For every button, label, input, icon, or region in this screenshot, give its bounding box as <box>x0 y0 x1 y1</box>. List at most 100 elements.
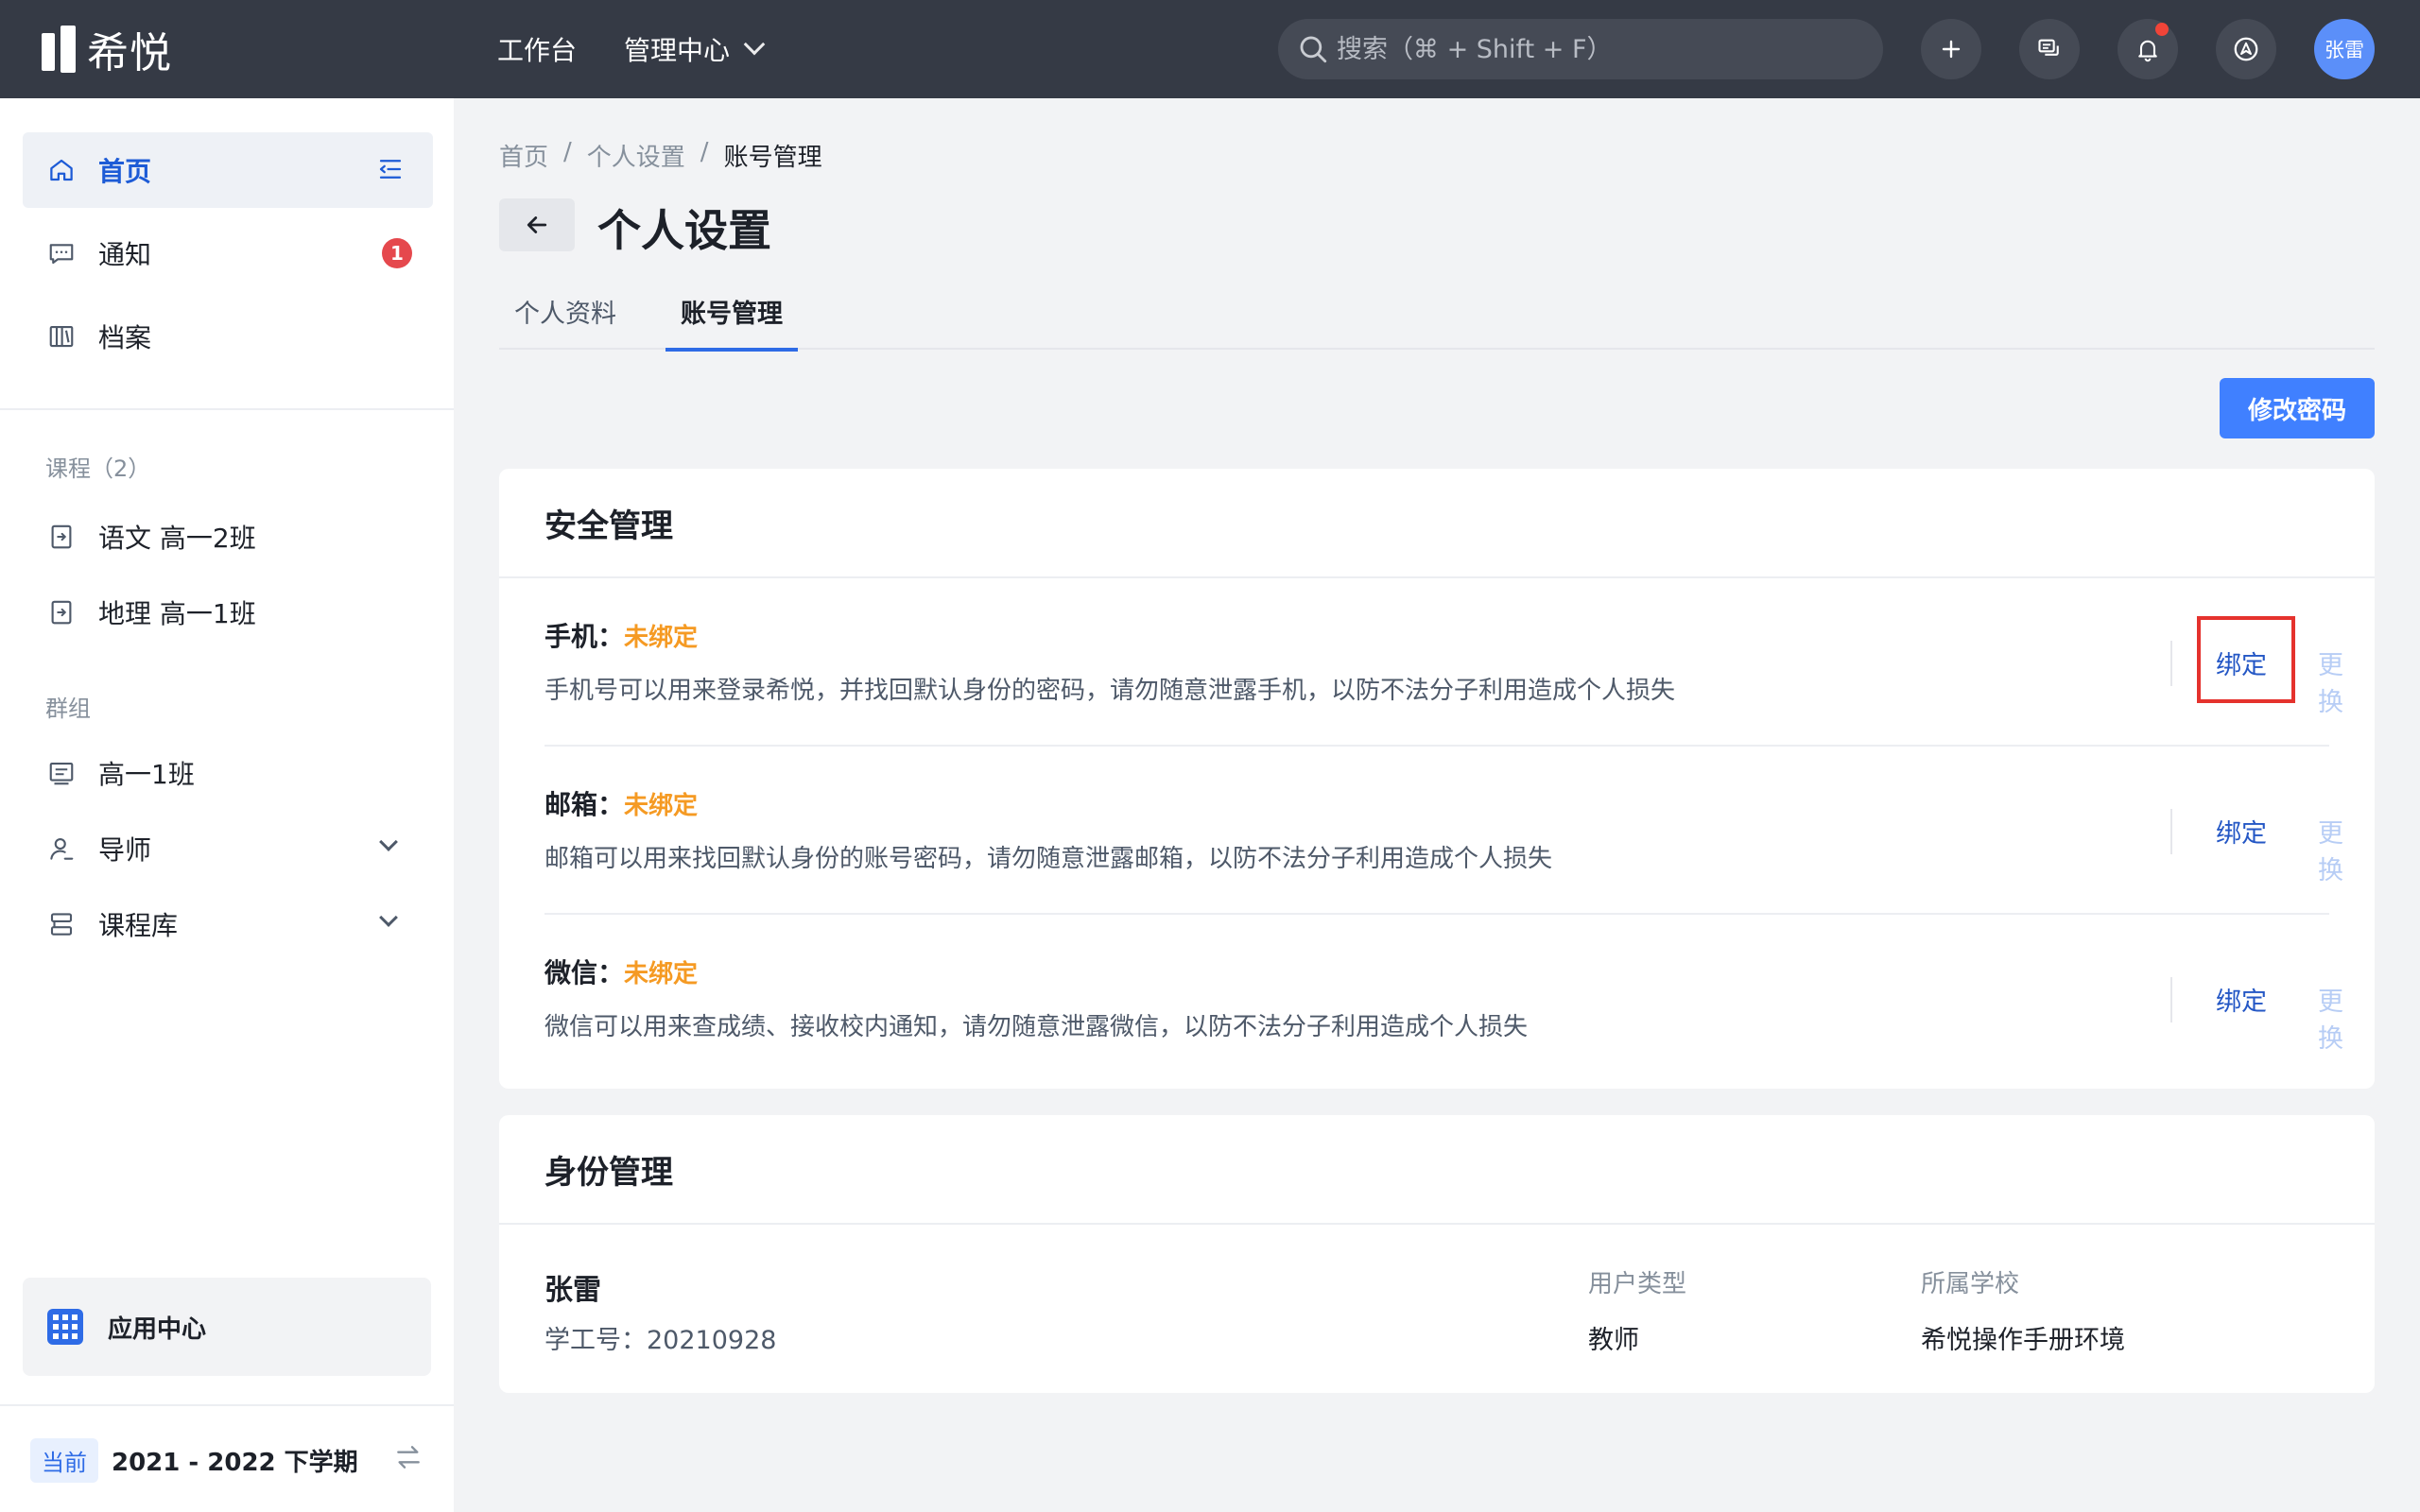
collapse-menu-icon[interactable] <box>376 155 405 190</box>
change-wechat-button[interactable]: 更换 <box>2318 981 2343 1055</box>
notice-count-badge: 1 <box>382 238 412 268</box>
book-icon <box>45 521 78 553</box>
archive-icon <box>45 320 78 352</box>
chat-icon <box>2038 39 2059 56</box>
school-value: 希悦操作手册环境 <box>1921 1326 2125 1355</box>
status-badge: 未绑定 <box>624 960 699 988</box>
sidebar-item-archive[interactable]: 档案 <box>23 299 433 374</box>
sidebar-item-course-library[interactable]: 课程库 <box>23 886 433 962</box>
row-description: 手机号可以用来登录希悦，并找回默认身份的密码，请勿随意泄露手机，以防不法分子利用… <box>544 677 1676 705</box>
row-label: 手机： <box>544 621 625 652</box>
sidebar-item-label: 首页 <box>98 156 152 187</box>
row-label: 邮箱： <box>544 789 625 820</box>
current-term: 当前 2021 - 2022 下学期 <box>30 1438 358 1483</box>
identity-card: 身份管理 张雷 学工号：20210928 用户类型 教师 所属学校 希悦操作手册… <box>499 1115 2375 1393</box>
status-badge: 未绑定 <box>624 792 699 820</box>
logo-mark-icon <box>42 26 79 73</box>
sidebar-divider <box>0 1404 454 1406</box>
message-icon <box>45 237 78 269</box>
school-label: 所属学校 <box>1921 1270 2020 1298</box>
breadcrumb-separator: / <box>563 138 572 166</box>
action-divider <box>2170 809 2172 854</box>
identity-row: 张雷 学工号：20210928 用户类型 教师 所属学校 希悦操作手册环境 <box>499 1225 2375 1393</box>
identity-name: 张雷 <box>544 1274 601 1307</box>
app-center-button[interactable]: 应用中心 <box>23 1278 431 1376</box>
back-button[interactable] <box>499 198 575 251</box>
search-box[interactable] <box>1278 19 1883 79</box>
groups-section-label: 群组 <box>45 696 91 722</box>
user-icon <box>45 833 78 865</box>
avatar-text: 张雷 <box>2325 39 2364 61</box>
sidebar-item-home[interactable]: 首页 <box>23 132 433 208</box>
current-term-text: 2021 - 2022 下学期 <box>112 1449 358 1477</box>
search-input[interactable] <box>1337 34 1866 64</box>
row-description: 微信可以用来查成绩、接收校内通知，请勿随意泄露微信，以防不法分子利用造成个人损失 <box>544 1013 1529 1041</box>
navigation-button[interactable] <box>2216 19 2276 79</box>
sidebar-item-label: 语文 高一2班 <box>98 523 256 554</box>
switch-term-icon[interactable] <box>393 1442 424 1476</box>
nav-admin-center-label: 管理中心 <box>624 35 731 66</box>
avatar[interactable]: 张雷 <box>2314 19 2375 79</box>
row-title: 手机：未绑定 <box>544 616 698 654</box>
courses-section-label: 课程（2） <box>45 455 151 482</box>
change-phone-button[interactable]: 更换 <box>2318 644 2343 718</box>
sidebar-item-tutor[interactable]: 导师 <box>23 811 433 886</box>
tab-bar: 个人资料 账号管理 <box>499 284 2375 352</box>
breadcrumb: 首页 / 个人设置 / 账号管理 <box>499 138 822 173</box>
tab-account[interactable]: 账号管理 <box>666 284 798 352</box>
home-icon <box>45 154 78 186</box>
compass-icon <box>2234 37 2258 61</box>
row-label: 微信： <box>544 957 625 988</box>
page-title: 个人设置 <box>597 205 771 256</box>
sidebar-item-course-geography[interactable]: 地理 高一1班 <box>23 575 433 650</box>
app-center-label: 应用中心 <box>108 1314 207 1344</box>
app-grid-icon <box>47 1309 83 1345</box>
plus-icon <box>1942 40 1961 59</box>
change-password-button[interactable]: 修改密码 <box>2220 378 2375 438</box>
notifications-button[interactable] <box>2118 19 2178 79</box>
nav-workbench[interactable]: 工作台 <box>497 30 577 68</box>
messages-button[interactable] <box>2019 19 2080 79</box>
change-email-button[interactable]: 更换 <box>2318 813 2343 886</box>
sidebar-item-label: 地理 高一1班 <box>98 598 256 629</box>
bind-email-button[interactable]: 绑定 <box>2216 813 2267 850</box>
row-title: 微信：未绑定 <box>544 953 698 990</box>
row-description: 邮箱可以用来找回默认身份的账号密码，请勿随意泄露邮箱，以防不法分子利用造成个人损… <box>544 845 1553 873</box>
breadcrumb-separator: / <box>700 138 709 166</box>
unread-dot <box>2155 23 2169 36</box>
user-type-label: 用户类型 <box>1588 1270 1687 1298</box>
sidebar-item-course-chinese[interactable]: 语文 高一2班 <box>23 499 433 575</box>
action-divider <box>2170 977 2172 1022</box>
sidebar-item-label: 通知 <box>98 239 152 270</box>
bind-wechat-button[interactable]: 绑定 <box>2216 981 2267 1018</box>
status-badge: 未绑定 <box>624 624 699 652</box>
search-icon <box>1300 36 1327 63</box>
security-card: 安全管理 手机：未绑定 手机号可以用来登录希悦，并找回默认身份的密码，请勿随意泄… <box>499 469 2375 1089</box>
top-bar: 希悦 工作台 管理中心 张雷 <box>0 0 2420 98</box>
security-row-email: 邮箱：未绑定 邮箱可以用来找回默认身份的账号密码，请勿随意泄露邮箱，以防不法分子… <box>544 747 2343 915</box>
app-name: 希悦 <box>87 29 172 77</box>
tab-profile[interactable]: 个人资料 <box>499 284 631 350</box>
row-title: 邮箱：未绑定 <box>544 784 698 822</box>
action-divider <box>2170 641 2172 686</box>
nav-workbench-label: 工作台 <box>497 35 578 66</box>
breadcrumb-home[interactable]: 首页 <box>499 138 548 173</box>
sidebar: 首页 通知 1 档案 课程（2） 语文 高一2班 地理 高一1班 群组 高一1班… <box>0 98 454 1512</box>
bell-icon <box>2138 40 2157 62</box>
sidebar-item-notice[interactable]: 通知 1 <box>23 215 433 291</box>
sidebar-item-label: 导师 <box>98 834 152 866</box>
add-button[interactable] <box>1921 19 1981 79</box>
sidebar-item-label: 档案 <box>98 322 152 353</box>
identity-card-title: 身份管理 <box>499 1115 2375 1225</box>
security-row-wechat: 微信：未绑定 微信可以用来查成绩、接收校内通知，请勿随意泄露微信，以防不法分子利… <box>544 915 2343 1083</box>
class-board-icon <box>45 757 78 789</box>
bind-phone-button[interactable]: 绑定 <box>2216 644 2267 681</box>
app-logo[interactable]: 希悦 <box>42 23 172 77</box>
chevron-down-icon <box>743 33 766 56</box>
nav-admin-center[interactable]: 管理中心 <box>624 30 766 68</box>
breadcrumb-settings[interactable]: 个人设置 <box>587 138 685 173</box>
security-card-title: 安全管理 <box>499 469 2375 578</box>
sidebar-item-group-class[interactable]: 高一1班 <box>23 735 433 811</box>
user-type-value: 教师 <box>1588 1326 1639 1355</box>
breadcrumb-current: 账号管理 <box>723 144 822 172</box>
